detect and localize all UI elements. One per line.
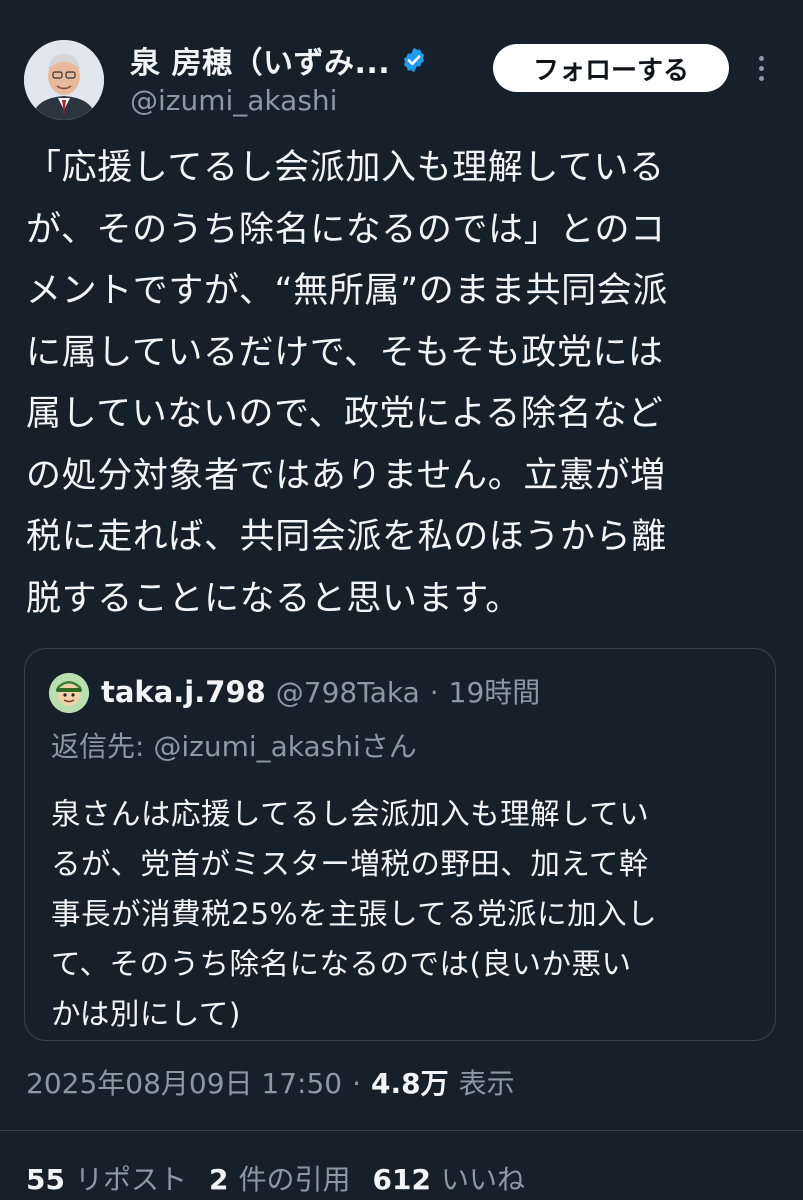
likes-count[interactable]: 612 (372, 1163, 430, 1196)
engagement-stats: 55 リポスト 2 件の引用 612 いいね (26, 1158, 547, 1198)
more-dot (758, 55, 764, 61)
quoted-separator: · (429, 676, 439, 709)
tweet-timestamp[interactable]: 2025年08月09日 17:50 (26, 1062, 342, 1102)
author-avatar[interactable] (24, 40, 104, 120)
quoted-author-name[interactable]: taka.j.798 (101, 675, 266, 709)
views-label: 表示 (458, 1067, 515, 1100)
reply-prefix: 返信先: (51, 730, 154, 763)
author-name-row: 泉 房穂（いずみ... (130, 38, 428, 82)
quoted-author-handle[interactable]: @798Taka (276, 676, 420, 709)
quoted-header: taka.j.798 @798Taka · 19時間 (101, 671, 540, 711)
quotes-label[interactable]: 件の引用 (238, 1158, 350, 1198)
quoted-reply-context: 返信先: @izumi_akashiさん (51, 725, 417, 765)
reply-mention-link[interactable]: @izumi_akashi (153, 730, 360, 763)
more-options-icon[interactable] (748, 50, 774, 86)
quotes-count[interactable]: 2 (209, 1163, 228, 1196)
views-count: 4.8万 (371, 1067, 449, 1100)
quoted-tweet-card[interactable]: taka.j.798 @798Taka · 19時間 返信先: @izumi_a… (24, 648, 776, 1041)
author-display-name[interactable]: 泉 房穂（いずみ... (130, 38, 390, 82)
verified-badge-icon (404, 47, 425, 73)
author-handle[interactable]: @izumi_akashi (130, 84, 337, 117)
tweet-meta: 2025年08月09日 17:50 · 4.8万 表示 (26, 1062, 515, 1102)
meta-separator: · (352, 1067, 362, 1100)
quoted-avatar-image (49, 673, 89, 713)
reposts-count[interactable]: 55 (26, 1163, 65, 1196)
reposts-label[interactable]: リポスト (75, 1158, 187, 1198)
quoted-body-text: 泉さんは応援してるし会派加入も理解してい るが、党首がミスター増税の野田、加えて… (51, 797, 658, 1031)
follow-button[interactable]: フォローする (493, 44, 729, 92)
avatar-image (24, 40, 104, 120)
quoted-timestamp[interactable]: 19時間 (449, 671, 541, 711)
more-dot (758, 75, 764, 81)
likes-label[interactable]: いいね (441, 1158, 525, 1198)
quoted-author-avatar[interactable] (49, 673, 89, 713)
tweet-body-text: 「応援してるし会派加入も理解している が、そのうち除名になるのでは」とのコ メン… (26, 148, 668, 619)
reply-suffix: さん (360, 730, 417, 763)
more-dot (758, 65, 764, 71)
divider (0, 1130, 803, 1131)
tweet-header: 泉 房穂（いずみ... @izumi_akashi フォローする (0, 0, 803, 130)
